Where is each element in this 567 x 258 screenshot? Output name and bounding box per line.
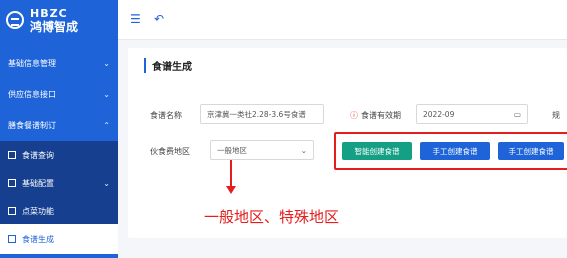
food-area-label: 伙食费地区 xyxy=(150,147,190,156)
cutoff-label: 规 xyxy=(552,111,560,120)
document-icon xyxy=(8,151,16,159)
sidebar: HBZC 鸿博智成 基础信息管理 ⌄ 供应信息接口 ⌄ 膳食餐谱制订 ⌃ 食谱查… xyxy=(0,0,118,258)
menu-collapse-icon[interactable]: ☰ xyxy=(130,12,141,26)
sidebar-item-basic-config[interactable]: 基础配置 ⌄ xyxy=(0,169,118,197)
recipe-form-card: 食谱生成 食谱名称 京津冀一类社2.28-3.6号食谱 ⓘ 食谱有效期 2022… xyxy=(128,48,567,238)
sidebar-submenu: 食谱查询 基础配置 ⌄ 点菜功能 xyxy=(0,141,118,225)
calendar-icon: ▭ xyxy=(513,109,521,119)
sidebar-item-supply-interface[interactable]: 供应信息接口 ⌄ xyxy=(0,79,118,110)
sidebar-menu: 基础信息管理 ⌄ 供应信息接口 ⌄ 膳食餐谱制订 ⌃ 食谱查询 基础配置 ⌄ 点… xyxy=(0,48,118,225)
main-content: 食谱生成 食谱名称 京津冀一类社2.28-3.6号食谱 ⓘ 食谱有效期 2022… xyxy=(118,40,567,258)
validity-date-input[interactable]: 2022-09 ▭ xyxy=(416,104,528,124)
annotation-arrow xyxy=(230,160,232,188)
sidebar-item-basic-info[interactable]: 基础信息管理 ⌄ xyxy=(0,48,118,79)
file-icon xyxy=(8,207,16,215)
food-area-select[interactable]: 一般地区 ⌄ xyxy=(210,140,314,160)
validity-label: ⓘ 食谱有效期 xyxy=(350,111,401,120)
app-window: HBZC 鸿博智成 基础信息管理 ⌄ 供应信息接口 ⌄ 膳食餐谱制订 ⌃ 食谱查… xyxy=(0,0,567,258)
back-arrow-icon[interactable]: ↶ xyxy=(154,12,164,26)
page-title: 食谱生成 xyxy=(144,58,192,73)
chevron-down-icon: ⌄ xyxy=(103,178,110,188)
chevron-down-icon: ⌄ xyxy=(103,59,110,68)
manual-create-recipe-button-2[interactable]: 手工创建食谱 xyxy=(498,142,564,160)
chevron-up-icon: ⌃ xyxy=(103,121,110,130)
annotation-arrow-head xyxy=(226,186,236,194)
recipe-name-input[interactable]: 京津冀一类社2.28-3.6号食谱 xyxy=(200,104,324,124)
annotation-text: 一般地区、特殊地区 xyxy=(204,208,340,226)
logo-icon xyxy=(6,11,24,29)
manual-create-recipe-button[interactable]: 手工创建食谱 xyxy=(420,142,490,160)
checkbox-icon xyxy=(8,235,16,243)
sidebar-item-recipe-generate[interactable]: 食谱生成 xyxy=(0,224,118,254)
sidebar-item-meal-plan[interactable]: 膳食餐谱制订 ⌃ xyxy=(0,110,118,141)
brand-logo: HBZC 鸿博智成 xyxy=(0,0,118,40)
info-icon: ⓘ xyxy=(350,111,358,120)
sidebar-item-recipe-query[interactable]: 食谱查询 xyxy=(0,141,118,169)
sidebar-item-order-dishes[interactable]: 点菜功能 xyxy=(0,197,118,225)
smart-create-recipe-button[interactable]: 智能创建食谱 xyxy=(342,142,412,160)
chevron-down-icon: ⌄ xyxy=(103,90,110,99)
chevron-down-icon: ⌄ xyxy=(300,145,307,155)
logo-en: HBZC xyxy=(30,6,68,20)
logo-cn: 鸿博智成 xyxy=(30,19,79,34)
recipe-name-label: 食谱名称 xyxy=(150,111,182,120)
topbar: ☰ ↶ xyxy=(118,0,567,40)
file-icon xyxy=(8,179,16,187)
